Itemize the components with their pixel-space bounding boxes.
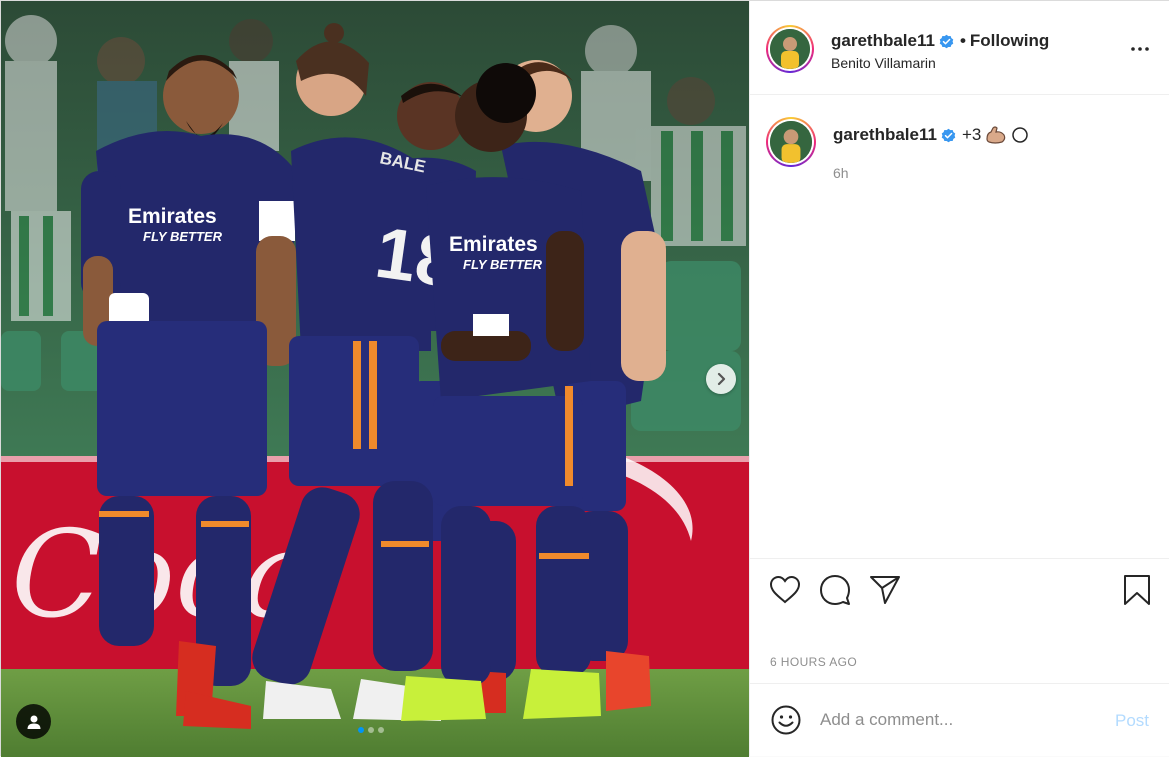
carousel-dot <box>368 727 374 733</box>
shirt-sponsor: Emirates <box>449 233 538 256</box>
heart-icon[interactable] <box>768 573 802 607</box>
shirt-sponsor: Emirates <box>128 205 217 228</box>
shirt-sponsor-tagline: FLY BETTER <box>463 257 543 272</box>
carousel-dot-active <box>358 727 364 733</box>
action-bar <box>750 558 1169 624</box>
flexed-biceps-icon <box>986 126 1006 144</box>
verified-badge-icon <box>939 34 954 48</box>
caption-avatar[interactable] <box>766 117 816 167</box>
post-timestamp[interactable]: 6 HOURS AGO <box>770 655 857 669</box>
photo-scene: Coca Emirates FLY BETTER BALE 18 Emirate… <box>1 1 749 757</box>
carousel-indicator <box>358 727 384 733</box>
more-horizontal-icon[interactable] <box>1128 37 1152 61</box>
next-photo-button[interactable] <box>706 364 736 394</box>
add-comment-bar: Post <box>750 683 1169 756</box>
header-user-line: garethbale11 • Following <box>831 31 1049 51</box>
carousel-dot <box>378 727 384 733</box>
caption-line: garethbale11 +3 <box>833 125 1029 145</box>
header-username[interactable]: garethbale11 <box>831 31 935 51</box>
post-comment-button[interactable]: Post <box>1115 711 1149 731</box>
tagged-users-button[interactable] <box>16 704 51 739</box>
location-link[interactable]: Benito Villamarin <box>831 55 936 71</box>
avatar-photo <box>770 121 812 163</box>
comment-input[interactable] <box>820 708 1100 732</box>
avatar-photo <box>770 29 810 69</box>
post-header: garethbale11 • Following Benito Villamar… <box>750 1 1169 95</box>
post-details-panel: garethbale11 • Following Benito Villamar… <box>749 1 1169 756</box>
bookmark-icon[interactable] <box>1120 573 1154 607</box>
comment-icon[interactable] <box>818 573 852 607</box>
instagram-post: Coca Emirates FLY BETTER BALE 18 Emirate… <box>0 0 1169 757</box>
circle-icon <box>1012 127 1029 143</box>
shirt-sponsor-tagline: FLY BETTER <box>143 229 223 244</box>
user-tag-icon <box>27 715 40 729</box>
caption-time[interactable]: 6h <box>833 165 849 181</box>
post-photo[interactable]: Coca Emirates FLY BETTER BALE 18 Emirate… <box>1 1 749 757</box>
caption-text: +3 <box>961 125 982 144</box>
avatar[interactable] <box>766 25 814 73</box>
send-icon[interactable] <box>868 573 902 607</box>
separator-dot: • <box>959 31 966 50</box>
following-button[interactable]: Following <box>970 31 1049 51</box>
caption-username[interactable]: garethbale11 <box>833 125 937 145</box>
smiley-icon[interactable] <box>770 704 802 736</box>
chevron-right-icon <box>717 372 726 386</box>
verified-badge-icon <box>941 128 956 142</box>
